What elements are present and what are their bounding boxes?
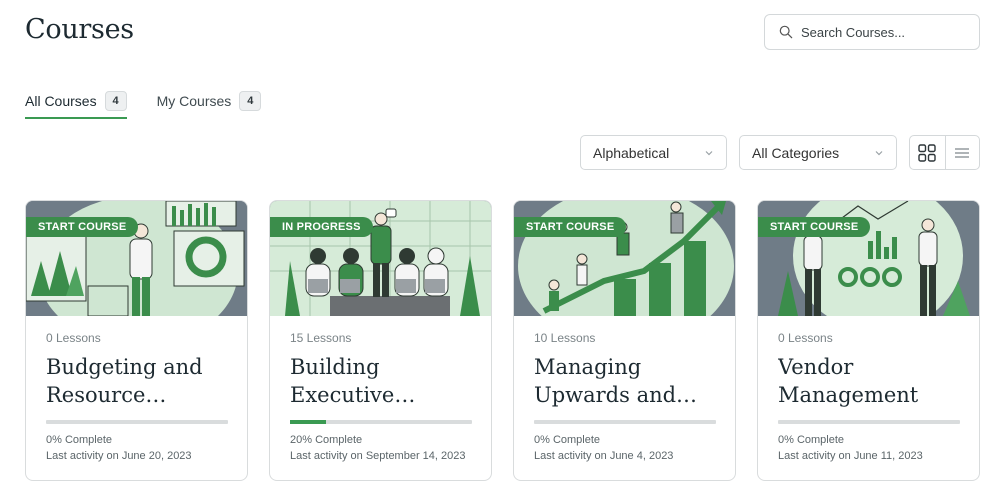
course-tabs: All Courses 4 My Courses 4 [25,86,291,119]
course-title[interactable]: Budgeting and Resource… [46,353,227,409]
tab-all-courses[interactable]: All Courses 4 [25,86,127,119]
lesson-count: 10 Lessons [534,331,596,345]
search-icon [779,25,793,39]
course-title[interactable]: Building Executive… [290,353,471,409]
last-activity: Last activity on June 11, 2023 [778,450,923,462]
course-title[interactable]: Vendor Management for… [778,353,959,409]
course-status-badge: START COURSE [758,217,871,237]
sort-dropdown-value: Alphabetical [593,144,670,161]
last-activity: Last activity on June 4, 2023 [534,450,674,462]
course-thumbnail: START COURSE [514,201,735,316]
progress-bar [46,420,228,424]
progress-text: 20% Complete [290,434,363,446]
course-card[interactable]: START COURSE 0 Lessons Budgeting and Res… [25,200,248,481]
lesson-count: 15 Lessons [290,331,352,345]
progress-text: 0% Complete [534,434,601,446]
last-activity: Last activity on September 14, 2023 [290,450,466,462]
chevron-down-icon [705,150,713,155]
list-view-button[interactable] [944,136,980,169]
lesson-count: 0 Lessons [46,331,101,345]
search-input[interactable] [801,24,961,40]
category-dropdown[interactable]: All Categories [739,135,897,170]
last-activity: Last activity on June 20, 2023 [46,450,192,462]
course-status-badge: IN PROGRESS [270,217,373,237]
grid-icon [918,143,936,162]
tab-my-courses[interactable]: My Courses 4 [157,86,262,116]
course-card[interactable]: START COURSE 10 Lessons Managing Upwards… [513,200,736,481]
course-thumbnail: IN PROGRESS [270,201,491,316]
progress-bar [778,420,960,424]
course-thumbnail: START COURSE [26,201,247,316]
course-thumbnail: START COURSE [758,201,979,316]
lesson-count: 0 Lessons [778,331,833,345]
tab-label: All Courses [25,93,97,109]
grid-view-button[interactable] [910,136,945,169]
progress-bar [290,420,472,424]
progress-fill [290,420,327,424]
tab-label: My Courses [156,93,232,109]
progress-bar [534,420,716,424]
course-status-badge: START COURSE [514,217,627,237]
course-status-badge: START COURSE [26,217,139,237]
course-title[interactable]: Managing Upwards and… [534,353,715,409]
view-toggle [909,135,980,170]
tab-count-badge: 4 [239,91,262,111]
chevron-down-icon [875,150,883,155]
search-box[interactable] [764,14,980,50]
course-card[interactable]: START COURSE 0 Lessons Vendor Management… [757,200,980,481]
page-title: Courses [25,14,134,45]
course-card[interactable]: IN PROGRESS 15 Lessons Building Executiv… [269,200,492,481]
progress-text: 0% Complete [778,434,845,446]
tab-count-badge: 4 [104,91,127,111]
list-icon [955,147,970,158]
progress-text: 0% Complete [46,434,113,446]
category-dropdown-value: All Categories [752,144,840,161]
sort-dropdown[interactable]: Alphabetical [580,135,727,170]
